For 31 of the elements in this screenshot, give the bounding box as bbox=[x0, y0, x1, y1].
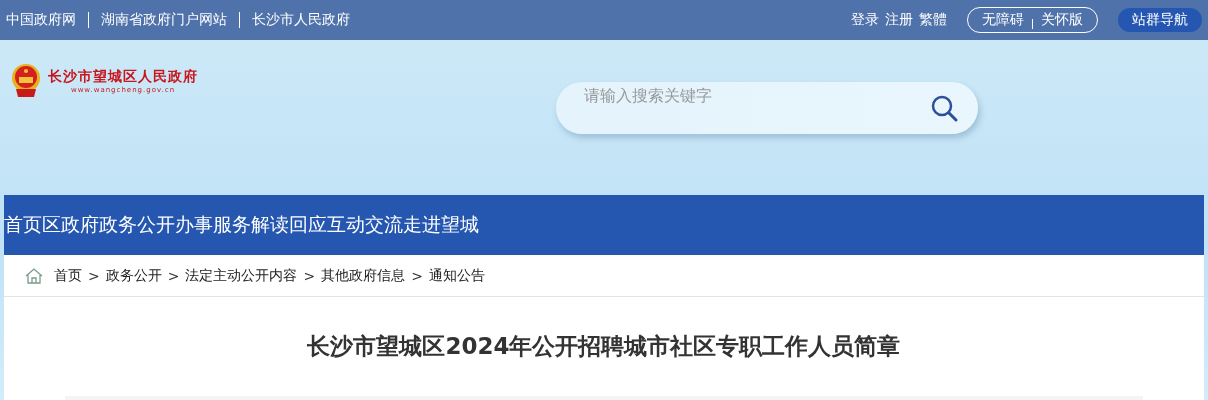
breadcrumb-link[interactable]: 其他政府信息 bbox=[321, 266, 406, 285]
nav-item[interactable]: 区政府 bbox=[42, 212, 99, 238]
breadcrumb-link[interactable]: 法定主动公开内容 bbox=[185, 266, 298, 285]
nav-item[interactable]: 互动交流 bbox=[327, 212, 403, 238]
user-link[interactable]: 注册 bbox=[885, 11, 913, 29]
user-link[interactable]: 登录 bbox=[851, 11, 879, 29]
site-link[interactable]: 中国政府网 bbox=[6, 11, 76, 29]
search-icon[interactable] bbox=[930, 94, 960, 124]
user-link[interactable]: 繁體 bbox=[919, 11, 947, 29]
breadcrumb-separator: > bbox=[88, 267, 100, 284]
nav-item[interactable]: 解读回应 bbox=[251, 212, 327, 238]
article-title: 长沙市望城区2024年公开招聘城市社区专职工作人员简章 bbox=[307, 332, 901, 361]
site-navigation-button[interactable]: 站群导航 bbox=[1118, 8, 1202, 32]
mode-link[interactable]: 关怀版 bbox=[1041, 11, 1083, 29]
nav-item[interactable]: 走进望城 bbox=[403, 212, 479, 238]
site-link[interactable]: 湖南省政府门户网站 bbox=[101, 11, 227, 29]
breadcrumb-link[interactable]: 政务公开 bbox=[105, 266, 162, 285]
logo-title: 长沙市望城区人民政府 bbox=[48, 68, 198, 86]
breadcrumb-link[interactable]: 首页 bbox=[54, 266, 82, 285]
site-link[interactable]: 长沙市人民政府 bbox=[252, 11, 350, 29]
breadcrumb-separator: > bbox=[303, 267, 316, 284]
search-field[interactable]: 请输入搜索关键字 bbox=[556, 82, 978, 134]
emblem-icon bbox=[10, 63, 42, 99]
home-icon bbox=[24, 266, 44, 285]
breadcrumb-separator: > bbox=[167, 267, 180, 284]
breadcrumb-separator: > bbox=[411, 267, 423, 284]
nav-item[interactable]: 政务公开 bbox=[99, 212, 175, 238]
nav-item[interactable]: 办事服务 bbox=[175, 212, 251, 238]
mode-link[interactable]: 无障碍 bbox=[982, 11, 1024, 29]
breadcrumb-link[interactable]: 通知公告 bbox=[428, 266, 485, 285]
nav-item[interactable]: 首页 bbox=[4, 212, 42, 238]
